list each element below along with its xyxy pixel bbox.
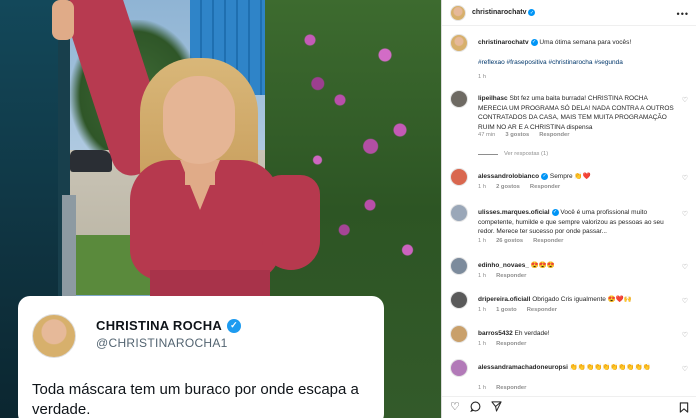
reply-button[interactable]: Responder — [496, 341, 526, 347]
view-replies[interactable]: Ver respostas (1) — [478, 151, 548, 157]
comment-body: edinho_novaes_ 😍😍😍 — [478, 261, 678, 271]
comment-meta: 1 h Responder — [478, 341, 526, 347]
tweet-name-text: CHRISTINA ROCHA — [96, 318, 223, 333]
like-comment-heart-icon[interactable]: ♡ — [682, 96, 688, 104]
like-comment-heart-icon[interactable]: ♡ — [682, 210, 688, 218]
caption-time: 1 h — [478, 74, 487, 80]
comment-meta: 1 h 1 gosto Responder — [478, 307, 557, 313]
comment-body: ulisses.marques.oficial ✓ Você é uma prof… — [478, 208, 678, 237]
comment-likes[interactable]: 2 gostos — [496, 184, 520, 190]
comment-username[interactable]: alessandramachadoneuropsi — [478, 364, 568, 371]
face — [163, 76, 235, 164]
hand — [52, 0, 74, 40]
like-comment-heart-icon[interactable]: ♡ — [682, 331, 688, 339]
caption-body: christinarochatv ✓ Uma ótima semana para … — [478, 38, 678, 48]
heart-icon[interactable]: ♡ — [450, 402, 460, 413]
caption-avatar[interactable] — [450, 34, 468, 52]
comment-body: dripereira.oficiall Obrigado Cris igualm… — [478, 295, 678, 305]
comment-body: lipeilhasc Sbt fez uma baita burrada! CH… — [478, 94, 678, 132]
post-actions-bar: ♡ — [442, 396, 696, 418]
comment-body: barros5432 Eh verdade! — [478, 329, 678, 339]
like-comment-heart-icon[interactable]: ♡ — [682, 263, 688, 271]
reply-button[interactable]: Responder — [527, 307, 557, 313]
comment-username[interactable]: edinho_novaes_ — [478, 262, 529, 269]
commenter-avatar[interactable] — [450, 359, 468, 377]
tweet-handle: @CHRISTINAROCHA1 — [96, 336, 228, 350]
comment-meta: 1 h Responder — [478, 273, 526, 279]
verified-badge-icon: ✓ — [541, 172, 549, 180]
comment-text: Eh verdade! — [514, 330, 550, 337]
caption-meta: 1 h — [478, 74, 486, 80]
comment-username[interactable]: barros5432 — [478, 330, 513, 337]
commenter-avatar[interactable] — [450, 168, 468, 186]
comment-time: 1 h — [478, 307, 487, 313]
comments-panel: christinarochatv ✓ ••• christinarochatv ✓… — [441, 0, 696, 418]
commenter-avatar[interactable] — [450, 291, 468, 309]
caption-hashtags[interactable]: #reflexao #frasepositiva #christinarocha… — [478, 58, 678, 68]
comment-time: 1 h — [478, 385, 487, 391]
comment-time: 1 h — [478, 238, 487, 244]
comment-likes[interactable]: 3 gostos — [505, 132, 529, 138]
caption-text: Uma ótima semana para vocês! — [539, 39, 632, 46]
comment-username[interactable]: lipeilhasc — [478, 95, 508, 102]
comment-time: 47 min — [478, 132, 496, 138]
reply-button[interactable]: Responder — [533, 238, 563, 244]
reply-button[interactable]: Responder — [496, 385, 526, 391]
like-comment-heart-icon[interactable]: ♡ — [682, 297, 688, 305]
comment-username[interactable]: ulisses.marques.oficial — [478, 209, 550, 216]
comment-meta: 1 h 26 gostos Responder — [478, 238, 563, 244]
verified-badge-icon: ✓ — [551, 208, 559, 216]
post-header: christinarochatv ✓ ••• — [442, 0, 696, 26]
comment-text: 😍😍😍 — [530, 262, 556, 269]
comment-likes[interactable]: 1 gosto — [496, 307, 517, 313]
verified-badge-icon: ✓ — [530, 38, 538, 46]
comment-list[interactable]: christinarochatv ✓ Uma ótima semana para … — [442, 28, 696, 394]
verified-badge-icon: ✓ — [227, 318, 242, 333]
more-options-icon[interactable]: ••• — [677, 9, 689, 19]
comment-text: Sbt fez uma baita burrada! CHRISTINA ROC… — [478, 95, 674, 131]
comment-time: 1 h — [478, 184, 487, 190]
post-image[interactable]: CHRISTINA ROCHA ✓ @CHRISTINAROCHA1 Toda … — [0, 0, 441, 418]
comment-username[interactable]: alessandrolobianco — [478, 173, 539, 180]
comment-body: alessandramachadoneuropsi 👏👏👏👏👏👏👏👏👏👏 — [478, 363, 678, 373]
commenter-avatar[interactable] — [450, 325, 468, 343]
view-replies-text[interactable]: Ver respostas (1) — [504, 151, 548, 157]
comment-meta: 1 h Responder — [478, 385, 526, 391]
profile-avatar[interactable] — [450, 4, 466, 21]
comment-username[interactable]: dripereira.oficiall — [478, 296, 530, 303]
instagram-post-view: CHRISTINA ROCHA ✓ @CHRISTINAROCHA1 Toda … — [0, 0, 696, 418]
tweet-avatar — [32, 314, 76, 358]
arm-on-hip — [262, 175, 320, 270]
comment-time: 1 h — [478, 341, 487, 347]
commenter-avatar[interactable] — [450, 257, 468, 275]
bookmark-icon[interactable] — [679, 402, 689, 416]
header-username[interactable]: christinarochatv — [472, 9, 526, 16]
comment-text: 👏👏👏👏👏👏👏👏👏👏 — [569, 364, 651, 371]
verified-badge-icon: ✓ — [528, 9, 536, 16]
tweet-author-name: CHRISTINA ROCHA ✓ — [96, 318, 242, 333]
like-comment-heart-icon[interactable]: ♡ — [682, 174, 688, 182]
comment-text: Sempre 👏❤️ — [549, 173, 591, 180]
comment-time: 1 h — [478, 273, 487, 279]
commenter-avatar[interactable] — [450, 204, 468, 222]
caption-username[interactable]: christinarochatv — [478, 39, 529, 46]
reply-button[interactable]: Responder — [496, 273, 526, 279]
comment-likes[interactable]: 26 gostos — [496, 238, 523, 244]
comment-text: Obrigado Cris igualmente 😍❤️🙌 — [532, 296, 632, 303]
divider-line — [478, 153, 498, 155]
tweet-card: CHRISTINA ROCHA ✓ @CHRISTINAROCHA1 Toda … — [18, 296, 384, 418]
parked-car — [70, 150, 112, 172]
comment-icon[interactable] — [470, 401, 481, 415]
reply-button[interactable]: Responder — [539, 132, 569, 138]
reply-button[interactable]: Responder — [530, 184, 560, 190]
tweet-text: Toda máscara tem um buraco por onde esca… — [32, 381, 359, 418]
comment-body: alessandrolobianco ✓ Sempre 👏❤️ — [478, 172, 678, 182]
comment-meta: 1 h 2 gostos Responder — [478, 184, 560, 190]
send-icon[interactable] — [491, 400, 502, 415]
like-comment-heart-icon[interactable]: ♡ — [682, 365, 688, 373]
commenter-avatar[interactable] — [450, 90, 468, 108]
comment-meta: 47 min 3 gostos Responder — [478, 132, 570, 138]
